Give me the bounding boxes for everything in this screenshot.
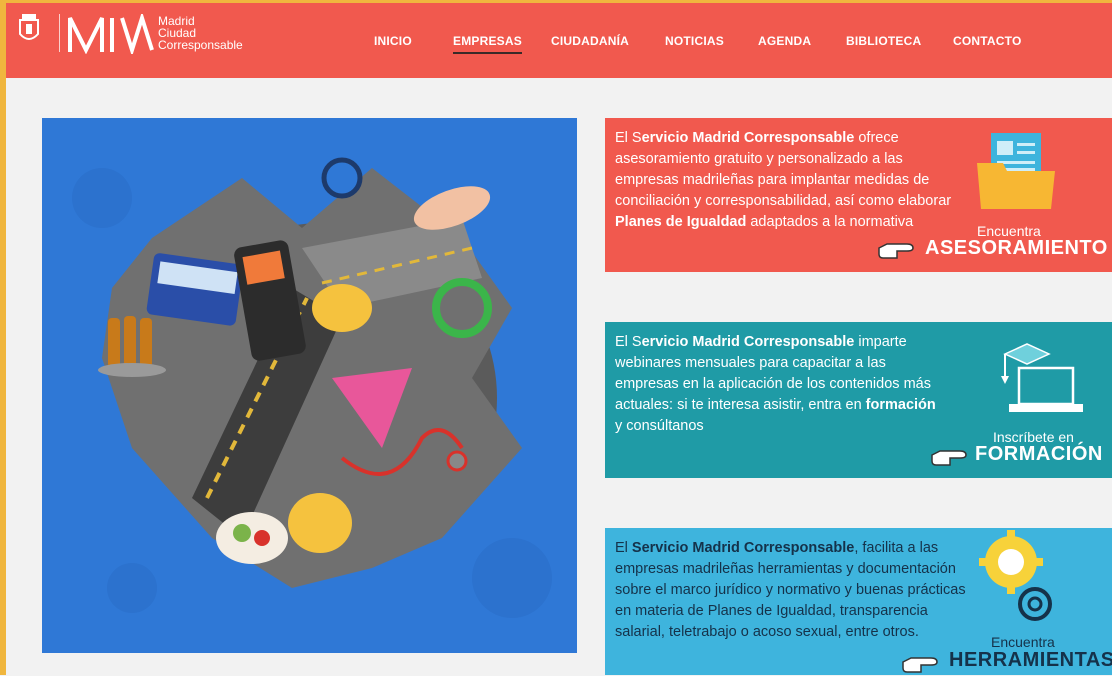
madrid-crest-icon[interactable] bbox=[18, 14, 40, 44]
pointing-hand-icon bbox=[931, 450, 967, 466]
cta-label-formacion[interactable]: FORMACIÓN bbox=[975, 444, 1103, 465]
nav-item-biblioteca[interactable]: BIBLIOTECA bbox=[846, 34, 921, 48]
site-header: Madrid Ciudad Corresponsable INICIO EMPR… bbox=[6, 3, 1112, 78]
brand-logo-text[interactable]: Madrid Ciudad Corresponsable bbox=[158, 15, 243, 51]
card-description: El Servicio Madrid Corresponsable ofrece… bbox=[615, 130, 952, 230]
pointing-hand-icon bbox=[902, 657, 938, 673]
laptop-graduation-cap-icon bbox=[1001, 343, 1083, 412]
hero-city-collage-image bbox=[42, 118, 577, 653]
brand-logo-mark[interactable] bbox=[68, 14, 156, 54]
page-frame-left bbox=[0, 0, 6, 675]
pointing-hand-icon bbox=[878, 243, 914, 259]
cta-label-herramientas[interactable]: HERRAMIENTAS bbox=[949, 650, 1112, 671]
card-description: El Servicio Madrid Corresponsable impart… bbox=[615, 334, 936, 434]
nav-item-contacto[interactable]: CONTACTO bbox=[953, 34, 1022, 48]
nav-item-ciudadania[interactable]: CIUDADANÍA bbox=[551, 34, 629, 48]
nav-item-agenda[interactable]: AGENDA bbox=[758, 34, 811, 48]
gears-icon bbox=[979, 530, 1052, 621]
nav-item-noticias[interactable]: NOTICIAS bbox=[665, 34, 724, 48]
cta-label-asesoramiento[interactable]: ASESORAMIENTO bbox=[925, 238, 1108, 259]
logo-line-corresponsable: Corresponsable bbox=[158, 38, 243, 52]
card-description: El Servicio Madrid Corresponsable, facil… bbox=[615, 540, 966, 640]
nav-item-inicio[interactable]: INICIO bbox=[374, 34, 412, 48]
service-card-herramientas[interactable]: El Servicio Madrid Corresponsable, facil… bbox=[605, 528, 1112, 675]
folder-document-icon bbox=[977, 133, 1055, 209]
service-card-formacion[interactable]: El Servicio Madrid Corresponsable impart… bbox=[605, 322, 1112, 478]
nav-item-empresas[interactable]: EMPRESAS bbox=[453, 34, 522, 54]
service-card-asesoramiento[interactable]: El Servicio Madrid Corresponsable ofrece… bbox=[605, 118, 1112, 272]
logo-divider bbox=[59, 14, 60, 52]
